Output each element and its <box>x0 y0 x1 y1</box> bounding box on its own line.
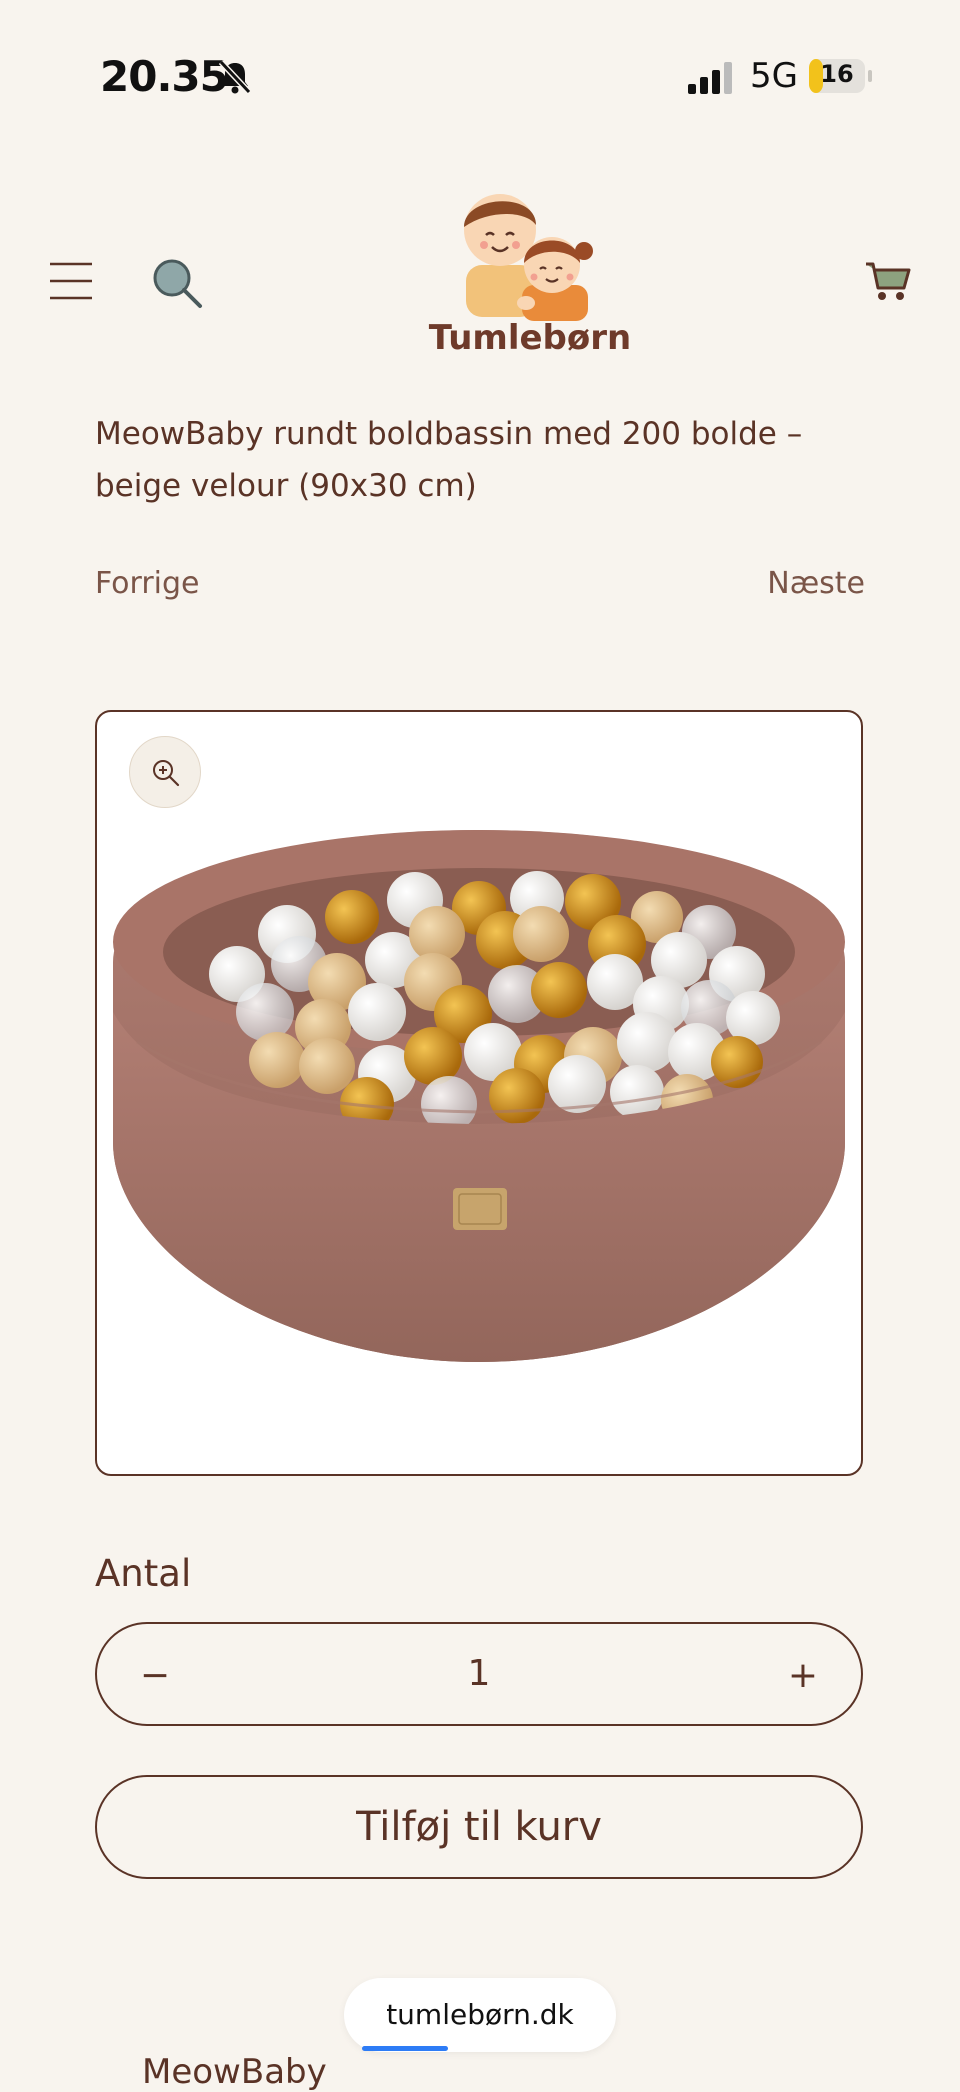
quantity-stepper: − 1 + <box>95 1622 863 1726</box>
cellular-signal-icon <box>688 62 732 94</box>
quantity-input[interactable]: 1 <box>397 1624 561 1724</box>
zoom-button[interactable] <box>129 736 201 808</box>
product-image <box>113 830 845 1362</box>
add-to-cart-button[interactable]: Tilføj til kurv <box>95 1775 863 1879</box>
menu-icon[interactable] <box>48 258 94 304</box>
page-load-progress <box>362 2046 448 2051</box>
battery-level: 16 <box>820 60 854 88</box>
bell-muted-icon <box>218 59 252 95</box>
quantity-label: Antal <box>95 1552 192 1595</box>
section-heading: MeowBaby <box>142 2052 327 2092</box>
brand-name[interactable]: Tumlebørn <box>420 318 640 358</box>
decrease-quantity-button[interactable]: − <box>127 1648 183 1704</box>
previous-product-link[interactable]: Forrige <box>95 566 200 601</box>
product-image-card[interactable] <box>95 710 863 1476</box>
product-title: MeowBaby rundt boldbassin med 200 bolde … <box>95 416 803 504</box>
next-product-link[interactable]: Næste <box>767 566 865 601</box>
cart-icon[interactable] <box>864 256 912 304</box>
network-type: 5G <box>750 56 798 96</box>
zoom-in-icon <box>153 760 180 787</box>
increase-quantity-button[interactable]: + <box>775 1648 831 1704</box>
browser-url-bar[interactable]: tumlebørn.dk <box>344 1978 616 2052</box>
status-time: 20.35 <box>100 52 229 101</box>
search-icon[interactable] <box>150 256 204 310</box>
